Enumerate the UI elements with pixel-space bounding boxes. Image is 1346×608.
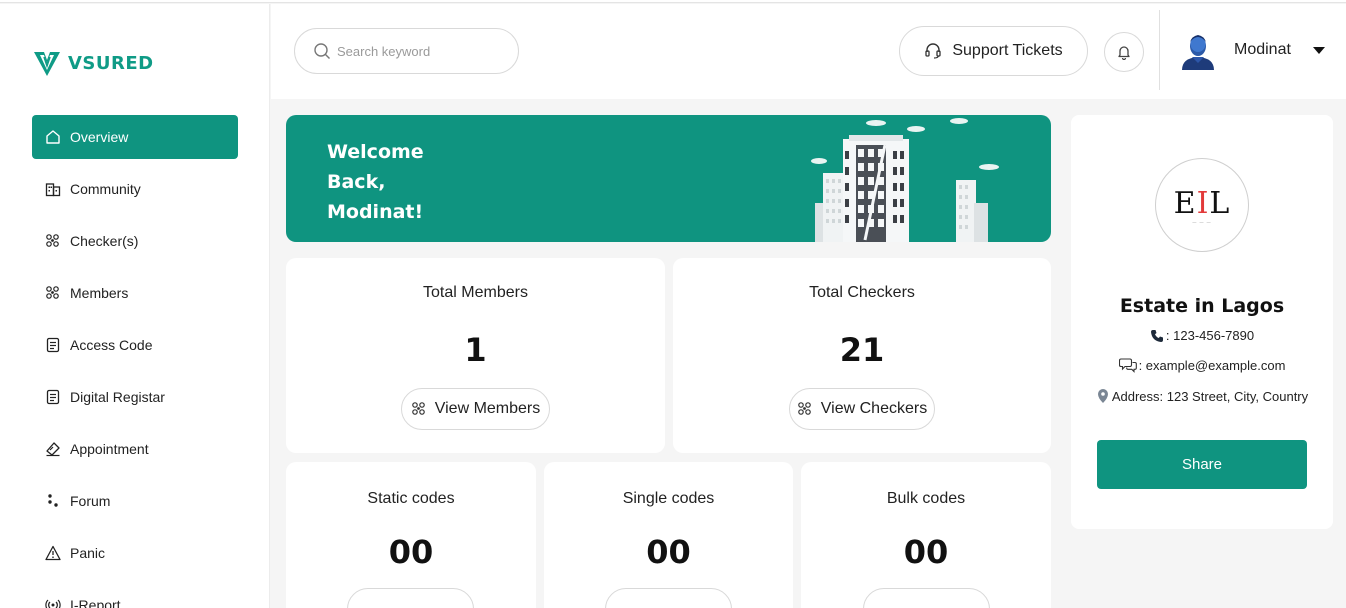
sidebar-item-i-report[interactable]: I-Report	[32, 583, 238, 608]
sidebar-item-forum[interactable]: Forum	[32, 479, 238, 523]
total-members-value: 1	[464, 331, 487, 369]
welcome-banner: Welcome Back, Modinat!	[286, 115, 1051, 242]
top-bar: Support Tickets Modinat	[271, 4, 1346, 99]
welcome-line-3: Modinat!	[327, 201, 424, 223]
bulk-codes-value: 00	[903, 533, 949, 571]
people-group-icon	[411, 402, 425, 415]
topbar-divider	[1159, 10, 1160, 90]
sidebar-item-community[interactable]: Community	[32, 167, 238, 211]
search-icon	[314, 43, 330, 59]
bulk-codes-button[interactable]	[863, 588, 990, 608]
search-input[interactable]	[337, 43, 507, 59]
view-members-label: View Members	[434, 400, 541, 417]
sidebar-item-label: Overview	[70, 129, 129, 145]
estate-phone: : 123-456-7890	[1071, 328, 1333, 343]
chevron-down-icon[interactable]	[1312, 46, 1325, 54]
sidebar: VSURED Overview Community Checker(s) Mem…	[0, 4, 270, 608]
avatar	[1182, 35, 1214, 70]
bell-icon	[1118, 46, 1130, 60]
broadcast-icon	[45, 599, 61, 608]
estate-address: Address: 123 Street, City, Country	[1071, 388, 1333, 404]
sidebar-item-label: Forum	[70, 493, 111, 509]
welcome-message: Welcome Back, Modinat!	[327, 137, 424, 227]
warning-icon	[45, 545, 61, 561]
brand-name: VSURED	[68, 52, 154, 74]
single-codes-value: 00	[646, 533, 691, 571]
sidebar-item-digital-registar[interactable]: Digital Registar	[32, 375, 238, 419]
sidebar-item-checkers[interactable]: Checker(s)	[32, 219, 238, 263]
welcome-line-2: Back,	[327, 171, 386, 193]
people-group-icon	[46, 286, 59, 299]
user-name: Modinat	[1234, 41, 1291, 58]
sidebar-item-label: Members	[70, 285, 129, 301]
chat-bubbles-icon	[1118, 358, 1137, 373]
document-icon	[46, 389, 60, 405]
dots-icon	[48, 494, 58, 507]
bulk-codes-label: Bulk codes	[886, 490, 966, 507]
single-codes-button[interactable]	[605, 588, 732, 608]
sidebar-item-label: I-Report	[70, 597, 121, 608]
document-icon	[46, 337, 60, 353]
single-codes-card: Single codes 00	[544, 462, 793, 608]
headset-icon	[925, 43, 942, 59]
estate-logo: EIL — — —	[1155, 158, 1249, 252]
total-checkers-label: Total Checkers	[809, 284, 915, 301]
support-tickets-label: Support Tickets	[952, 42, 1063, 59]
sidebar-item-label: Panic	[70, 545, 106, 561]
share-button[interactable]: Share	[1097, 440, 1307, 489]
phone-icon	[1150, 329, 1163, 342]
sidebar-item-access-code[interactable]: Access Code	[32, 323, 238, 367]
static-codes-value: 00	[388, 533, 434, 571]
home-icon	[46, 130, 60, 144]
welcome-line-1: Welcome	[327, 141, 424, 163]
single-codes-label: Single codes	[622, 490, 715, 507]
building-icon	[45, 183, 61, 197]
estate-name: Estate in Lagos	[1119, 295, 1285, 317]
estate-email: : example@example.com	[1071, 357, 1333, 373]
sidebar-item-label: Checker(s)	[70, 233, 139, 249]
total-checkers-value: 21	[839, 331, 885, 369]
view-checkers-label: View Checkers	[820, 400, 928, 417]
notifications-button[interactable]	[1104, 32, 1144, 72]
total-members-card: Total Members 1 View Members	[286, 258, 665, 453]
sidebar-item-members[interactable]: Members	[32, 271, 238, 315]
estate-logo-tagline: — — —	[1192, 219, 1212, 224]
ticket-icon	[46, 442, 60, 457]
estate-phone-text: : 123-456-7890	[1165, 328, 1255, 343]
people-group-icon	[46, 234, 59, 247]
support-tickets-button[interactable]: Support Tickets	[899, 26, 1088, 76]
view-checkers-button[interactable]: View Checkers	[789, 388, 935, 430]
bulk-codes-card: Bulk codes 00	[801, 462, 1051, 608]
city-buildings-illustration	[811, 118, 999, 242]
estate-email-text: : example@example.com	[1138, 357, 1286, 373]
view-members-button[interactable]: View Members	[401, 388, 550, 430]
sidebar-item-appointment[interactable]: Appointment	[32, 427, 238, 471]
top-border	[0, 0, 1346, 3]
search-box[interactable]	[294, 28, 519, 74]
static-codes-button[interactable]	[347, 588, 474, 608]
estate-address-text: Address: 123 Street, City, Country	[1111, 388, 1309, 404]
sidebar-item-overview[interactable]: Overview	[32, 115, 238, 159]
people-group-icon	[797, 402, 811, 415]
total-members-label: Total Members	[423, 284, 528, 301]
sidebar-item-label: Digital Registar	[70, 389, 165, 405]
vsured-logo-icon	[34, 52, 60, 76]
total-checkers-card: Total Checkers 21 View Checkers	[673, 258, 1051, 453]
estate-profile-panel: EIL — — — Estate in Lagos : 123-456-7890…	[1071, 115, 1333, 529]
sidebar-item-label: Access Code	[70, 337, 153, 353]
estate-logo-mark: EIL	[1173, 186, 1231, 221]
location-pin-icon	[1097, 389, 1108, 403]
sidebar-item-label: Appointment	[70, 441, 149, 457]
sidebar-item-label: Community	[70, 181, 141, 197]
brand-logo[interactable]: VSURED	[32, 48, 154, 78]
sidebar-item-panic[interactable]: Panic	[32, 531, 238, 575]
static-codes-card: Static codes 00	[286, 462, 536, 608]
static-codes-label: Static codes	[367, 490, 455, 507]
user-menu[interactable]: Modinat	[1178, 30, 1325, 70]
